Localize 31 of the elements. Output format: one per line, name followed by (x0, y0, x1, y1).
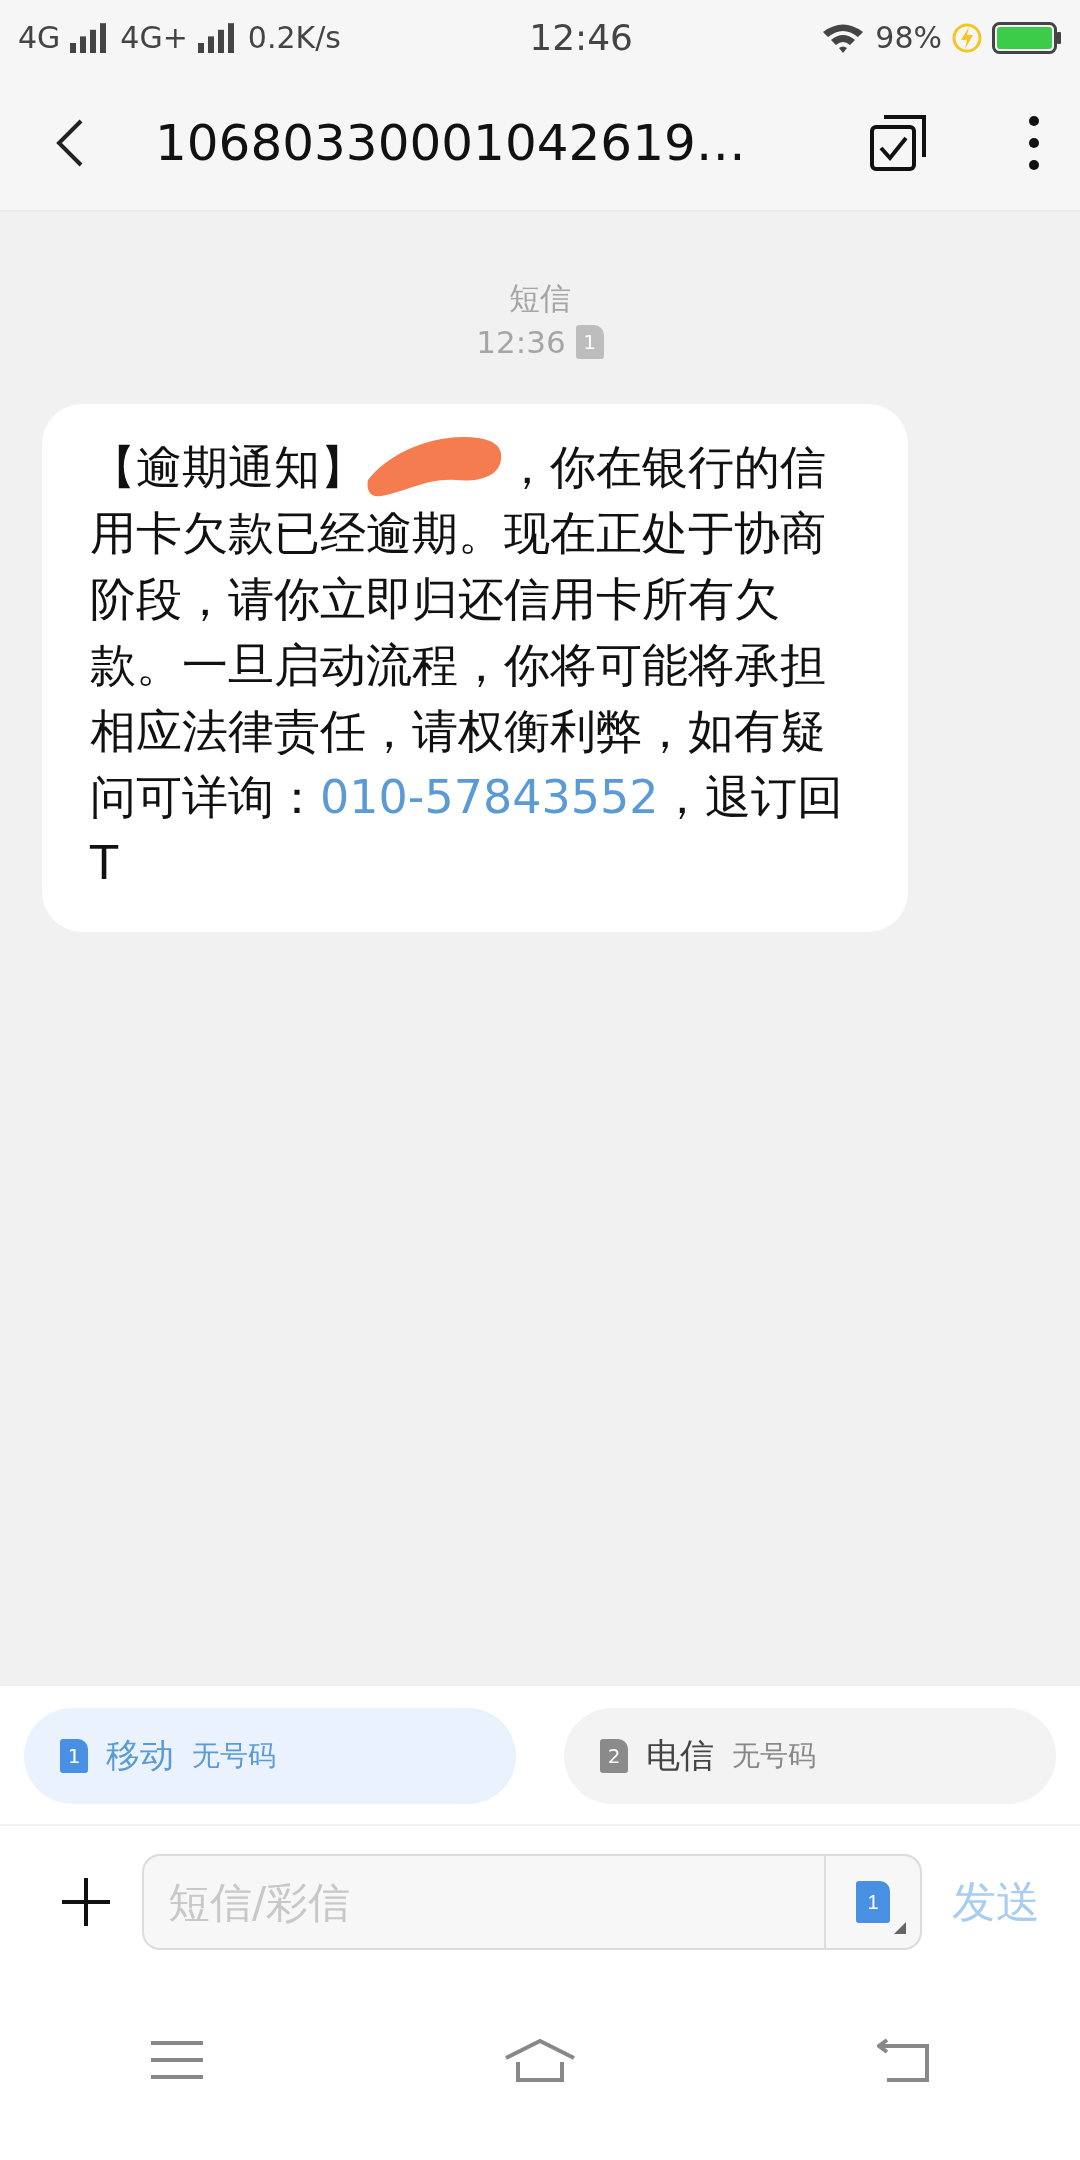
conversation-title: 10680330001042619… (155, 113, 747, 172)
network-label: 4G (18, 20, 61, 55)
phone-link[interactable]: 010-57843552 (320, 770, 659, 824)
send-button[interactable]: 发送 (952, 1872, 1040, 1932)
network-label: 4G+ (120, 20, 188, 55)
battery-icon (992, 21, 1062, 54)
phone-number-label: 无号码 (192, 1738, 276, 1774)
message-time: 12:36 (476, 324, 566, 360)
sim-switch-button[interactable]: 1 (824, 1856, 920, 1948)
phone-number-label: 无号码 (732, 1738, 816, 1774)
back-nav-button[interactable] (877, 2038, 930, 2082)
message-text: 【逾期通知】 ，你在银行的信用卡欠款已经逾期。现在正处于协商阶段，请你立即归还信用卡所有欠款。一旦启动流程，你将可能将承担相应法律责任，请权衡利弊，如有疑问可详询：010-57843552，退订回T (90, 434, 860, 896)
back-button[interactable] (55, 117, 85, 168)
message-type: 短信 (509, 279, 571, 318)
sim-icon: 1 (575, 325, 604, 359)
menu-button[interactable] (150, 2040, 203, 2080)
select-button[interactable] (868, 112, 928, 173)
speed-label: 0.2K/s (247, 20, 341, 55)
sim-icon: 1 (60, 1739, 88, 1773)
more-button[interactable] (1028, 114, 1040, 171)
battery-label: 98% (875, 20, 942, 55)
sim-icon: 2 (600, 1739, 628, 1773)
add-button[interactable] (60, 1876, 112, 1928)
home-button[interactable] (504, 2038, 576, 2082)
carrier-name: 电信 (646, 1734, 714, 1777)
sim-option[interactable]: 1 移动 无号码 (24, 1708, 516, 1804)
clock: 12:46 (529, 17, 633, 58)
charging-icon (952, 22, 982, 53)
corner-icon (894, 1922, 906, 1934)
sim-option[interactable]: 2 电信 无号码 (564, 1708, 1056, 1804)
carrier-name: 移动 (106, 1734, 174, 1777)
